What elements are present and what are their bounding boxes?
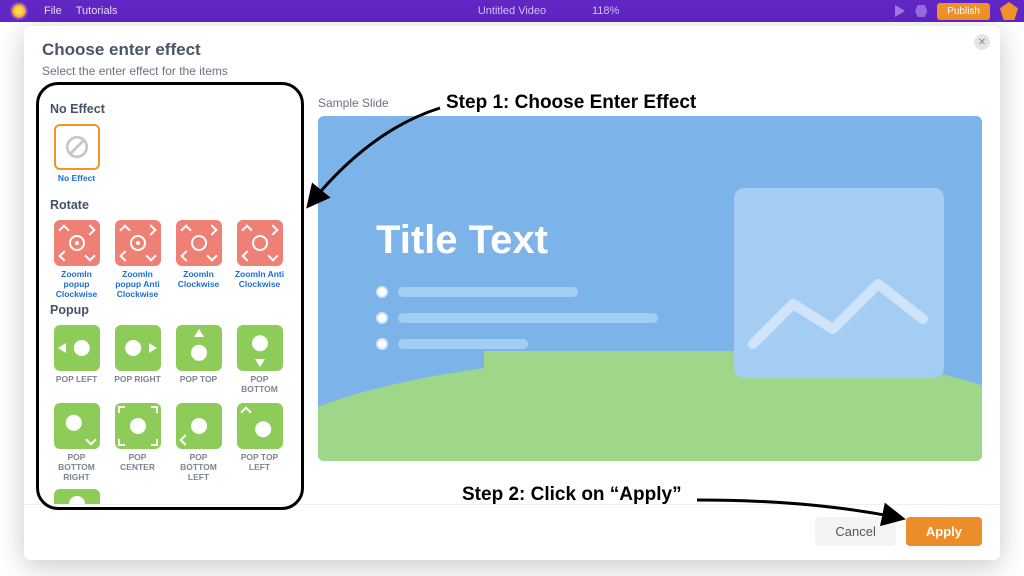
play-icon[interactable] bbox=[895, 5, 905, 17]
effect-popup-3[interactable]: POP BOTTOM bbox=[233, 325, 286, 395]
effect-label: ZoomIn popup Anti Clockwise bbox=[111, 270, 164, 299]
section-header-none: No Effect bbox=[50, 102, 294, 116]
effect-popup-5[interactable]: POP CENTER bbox=[111, 403, 164, 482]
document-title: Untitled Video bbox=[478, 5, 546, 17]
effect-label: ZoomIn Anti Clockwise bbox=[233, 270, 286, 290]
zoom-indicator[interactable]: 118% bbox=[592, 5, 619, 17]
effect-popup-7[interactable]: POP TOP LEFT bbox=[233, 403, 286, 482]
annotation-step1: Step 1: Choose Enter Effect bbox=[446, 92, 696, 114]
effect-label: No Effect bbox=[58, 174, 95, 194]
effect-label: POP LEFT bbox=[56, 375, 97, 395]
effect-label: ZoomIn Clockwise bbox=[172, 270, 225, 290]
effects-panel: No Effect No Effect Rotate ZoomIn popup … bbox=[42, 88, 298, 504]
modal-title: Choose enter effect bbox=[42, 40, 982, 60]
app-logo-icon bbox=[10, 2, 28, 20]
preview-pane: Sample Slide Title Text bbox=[318, 88, 982, 504]
publish-button[interactable]: Publish bbox=[937, 3, 990, 20]
modal-footer: Cancel Apply bbox=[24, 504, 1000, 560]
close-icon[interactable]: ✕ bbox=[974, 34, 990, 50]
modal-header: Choose enter effect Select the enter eff… bbox=[24, 26, 1000, 88]
effect-label: POP TOP bbox=[180, 375, 217, 395]
image-placeholder-icon bbox=[734, 188, 944, 378]
menu-tutorials[interactable]: Tutorials bbox=[76, 5, 118, 17]
no-effect-icon bbox=[64, 134, 90, 160]
effect-rotate-0[interactable]: ZoomIn popup Clockwise bbox=[50, 220, 103, 299]
effect-popup-4[interactable]: POP BOTTOM RIGHT bbox=[50, 403, 103, 482]
effect-label: POP CENTER bbox=[111, 453, 164, 473]
menu-file[interactable]: File bbox=[44, 5, 62, 17]
sample-title-text: Title Text bbox=[376, 218, 548, 263]
effect-label: ZoomIn popup Clockwise bbox=[50, 270, 103, 299]
effect-popup-2[interactable]: POP TOP bbox=[172, 325, 225, 395]
effect-label: POP BOTTOM LEFT bbox=[172, 453, 225, 482]
cancel-button[interactable]: Cancel bbox=[815, 517, 895, 546]
brand-mascot-icon bbox=[1000, 2, 1018, 20]
apply-button[interactable]: Apply bbox=[906, 517, 982, 546]
annotation-step2: Step 2: Click on “Apply” bbox=[462, 484, 682, 506]
sample-slide: Title Text bbox=[318, 116, 982, 461]
effect-rotate-1[interactable]: ZoomIn popup Anti Clockwise bbox=[111, 220, 164, 299]
effect-popup-0[interactable]: POP LEFT bbox=[50, 325, 103, 395]
effect-label: POP RIGHT bbox=[114, 375, 161, 395]
effect-rotate-2[interactable]: ZoomIn Clockwise bbox=[172, 220, 225, 299]
effect-popup-6[interactable]: POP BOTTOM LEFT bbox=[172, 403, 225, 482]
app-topbar: File Tutorials Untitled Video 118% Publi… bbox=[0, 0, 1024, 22]
effect-popup-more[interactable] bbox=[50, 489, 103, 504]
effect-rotate-3[interactable]: ZoomIn Anti Clockwise bbox=[233, 220, 286, 299]
share-icon[interactable] bbox=[915, 5, 927, 17]
effect-label: POP BOTTOM bbox=[233, 375, 286, 395]
effect-label: POP BOTTOM RIGHT bbox=[50, 453, 103, 482]
effect-no-effect[interactable]: No Effect bbox=[50, 124, 103, 194]
effect-label: POP TOP LEFT bbox=[233, 453, 286, 473]
section-header-rotate: Rotate bbox=[50, 198, 294, 212]
modal-subtitle: Select the enter effect for the items bbox=[42, 64, 982, 78]
section-header-popup: Popup bbox=[50, 303, 294, 317]
effect-popup-1[interactable]: POP RIGHT bbox=[111, 325, 164, 395]
sample-bullets bbox=[376, 286, 658, 350]
